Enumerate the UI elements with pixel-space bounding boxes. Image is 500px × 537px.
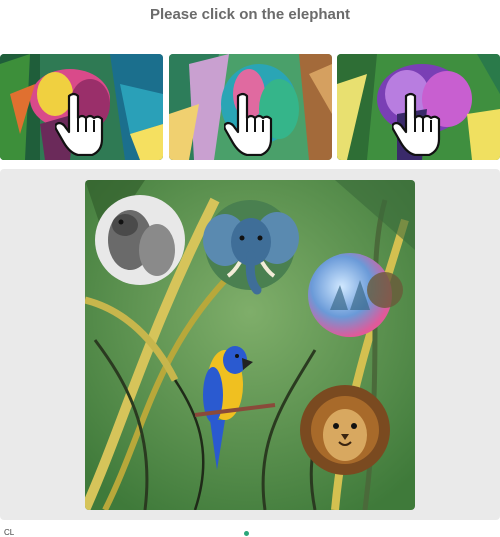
status-dot-icon — [244, 531, 249, 536]
lion-item[interactable] — [300, 385, 390, 475]
pointer-hand-icon — [55, 92, 104, 156]
example-tile-1 — [0, 54, 163, 160]
prompt-title: Please click on the elephant — [149, 6, 351, 23]
pointer-hand-icon — [392, 92, 441, 156]
squirrel-item[interactable] — [95, 195, 185, 285]
example-tile-2 — [169, 54, 332, 160]
challenge-image[interactable] — [85, 180, 415, 510]
footer: CL — [0, 526, 500, 537]
example-tile-3 — [337, 54, 500, 160]
pointer-hand-icon — [224, 92, 273, 156]
